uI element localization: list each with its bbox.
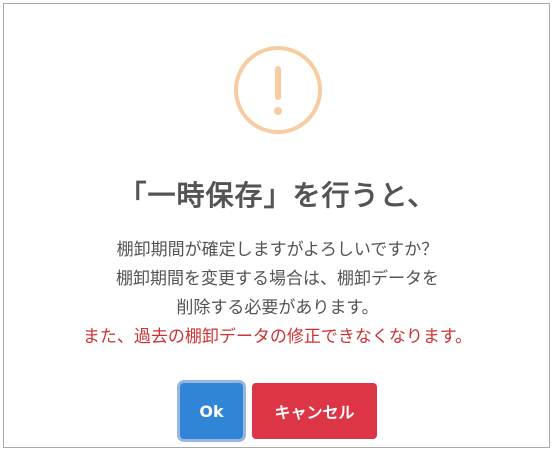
warning-icon [234, 46, 322, 134]
message-line-1: 棚卸期間が確定しますがよろしいですか？ [116, 240, 439, 260]
warning-message: また、過去の棚卸データの修正できなくなります。 [82, 327, 473, 347]
dialog-title: 「一時保存」を行うと、 [118, 179, 437, 212]
cancel-button[interactable]: キャンセル [252, 383, 377, 439]
message-line-3: 削除する必要があります。 [176, 298, 379, 318]
confirm-dialog: 「一時保存」を行うと、 棚卸期間が確定しますがよろしいですか？ 棚卸期間を変更す… [3, 3, 550, 448]
exclamation-icon [274, 66, 282, 115]
message-line-2: 棚卸期間を変更する場合は、棚卸データを [116, 269, 439, 289]
ok-button[interactable]: Ok [180, 383, 243, 439]
